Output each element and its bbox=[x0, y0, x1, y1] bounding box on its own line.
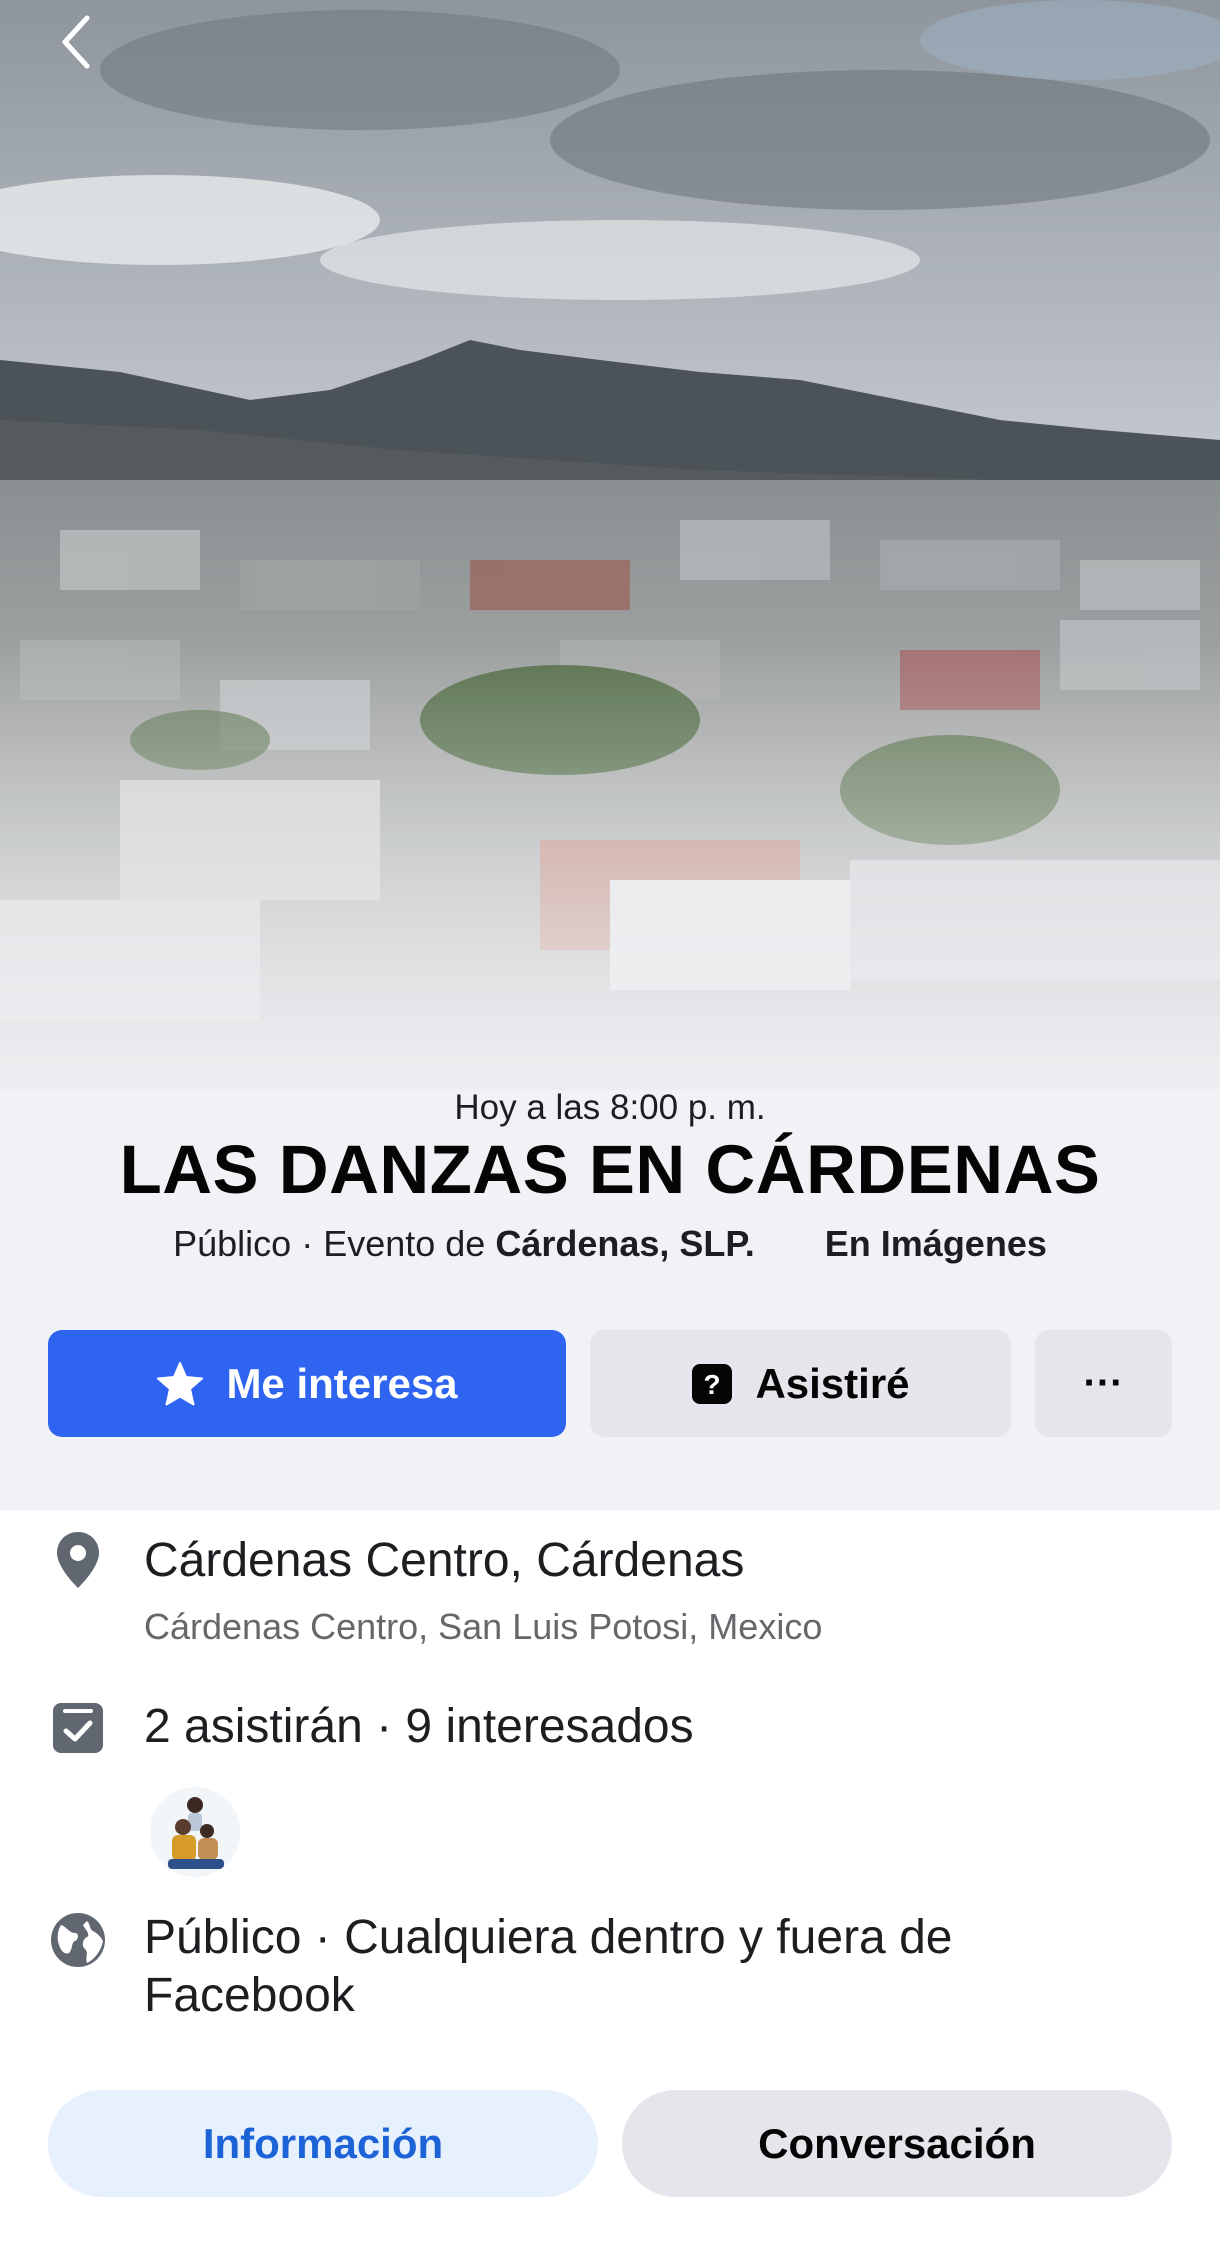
going-label: Asistiré bbox=[755, 1359, 910, 1407]
location-name[interactable]: Cárdenas Centro, Cárdenas bbox=[144, 1532, 744, 1590]
back-button[interactable] bbox=[46, 12, 106, 72]
more-options-button[interactable]: ··· bbox=[1035, 1330, 1172, 1437]
event-cohost-link[interactable]: En Imágenes bbox=[825, 1223, 1047, 1264]
location-pin-icon bbox=[48, 1530, 108, 1590]
svg-text:?: ? bbox=[704, 1369, 721, 1400]
tab-conversation[interactable]: Conversación bbox=[622, 2090, 1172, 2197]
event-cover-photo bbox=[0, 0, 1220, 1140]
more-dots-icon: ··· bbox=[1083, 1361, 1124, 1405]
tab-information-label: Información bbox=[202, 2119, 444, 2167]
event-title: LAS DANZAS EN CÁRDENAS bbox=[119, 1131, 1101, 1208]
question-square-icon: ? bbox=[691, 1363, 733, 1405]
globe-icon bbox=[48, 1910, 108, 1970]
chevron-left-icon bbox=[62, 15, 90, 69]
interested-button[interactable]: Me interesa bbox=[48, 1330, 566, 1437]
attendee-avatar[interactable] bbox=[150, 1787, 240, 1877]
interested-label: Me interesa bbox=[226, 1359, 458, 1407]
event-datetime: Hoy a las 8:00 p. m. bbox=[454, 1088, 766, 1127]
event-privacy-prefix: Público · Evento de bbox=[173, 1223, 496, 1264]
tab-conversation-label: Conversación bbox=[758, 2119, 1036, 2167]
privacy-description-line1: Público · Cualquiera dentro y fuera de bbox=[144, 1911, 953, 1964]
star-icon bbox=[156, 1361, 204, 1407]
going-button[interactable]: ? Asistiré bbox=[590, 1330, 1011, 1437]
calendar-check-icon bbox=[48, 1697, 108, 1757]
event-host-link[interactable]: Cárdenas, SLP. bbox=[495, 1223, 754, 1264]
tab-information[interactable]: Información bbox=[48, 2090, 598, 2197]
event-meta: Público · Evento de Cárdenas, SLP. En Imá… bbox=[0, 1223, 1220, 1265]
privacy-description: Público · Cualquiera dentro y fuera de F… bbox=[144, 1909, 952, 2025]
attendance-count[interactable]: 2 asistirán · 9 interesados bbox=[144, 1698, 694, 1756]
privacy-description-line2: Facebook bbox=[144, 1969, 355, 2022]
location-address: Cárdenas Centro, San Luis Potosi, Mexico bbox=[144, 1606, 823, 1647]
